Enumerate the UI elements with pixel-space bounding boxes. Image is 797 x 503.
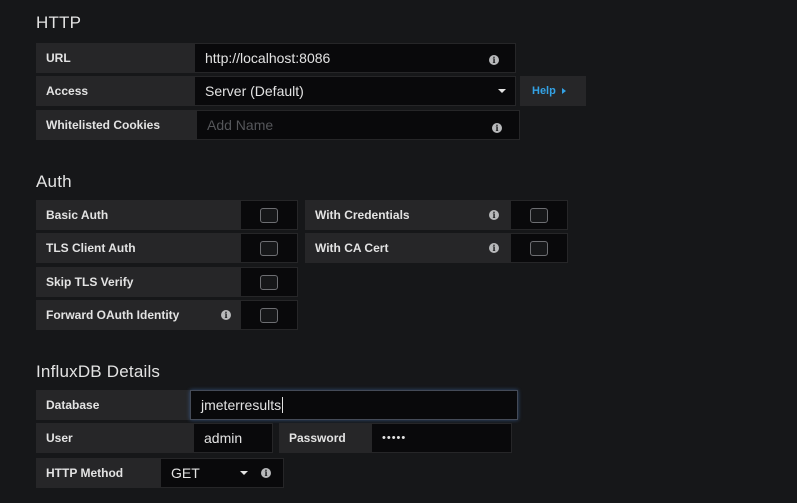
help-label: Help (532, 85, 556, 97)
info-icon[interactable]: i (489, 243, 499, 253)
cookies-placeholder: Add Name (207, 117, 274, 133)
skip-tls-verify-label: Skip TLS Verify (36, 267, 240, 297)
http-section-title: HTTP (36, 13, 82, 32)
forward-oauth-checkbox-cell[interactable] (240, 300, 298, 330)
basic-auth-checkbox[interactable] (260, 207, 278, 223)
with-credentials-checkbox[interactable] (530, 207, 548, 223)
caret-down-icon (498, 89, 506, 93)
password-input[interactable]: ••••• (371, 423, 512, 453)
user-label: User (36, 423, 193, 453)
whitelisted-cookies-label: Whitelisted Cookies (36, 110, 196, 140)
tls-client-auth-label: TLS Client Auth (36, 233, 240, 263)
help-button[interactable]: Help (520, 76, 586, 106)
info-icon[interactable]: i (489, 55, 499, 65)
http-method-value: GET (171, 465, 200, 481)
info-icon[interactable]: i (221, 310, 231, 320)
database-label: Database (36, 390, 190, 420)
skip-tls-verify-checkbox[interactable] (260, 274, 278, 290)
skip-tls-verify-checkbox-cell[interactable] (240, 267, 298, 297)
caret-down-icon (240, 471, 248, 475)
tls-client-auth-checkbox[interactable] (260, 240, 278, 256)
http-method-label: HTTP Method (36, 458, 160, 488)
info-icon[interactable]: i (492, 123, 502, 133)
url-label: URL (36, 43, 194, 73)
caret-right-icon (561, 88, 566, 94)
with-ca-cert-checkbox-cell[interactable] (510, 233, 568, 263)
info-icon[interactable]: i (489, 210, 499, 220)
access-value: Server (Default) (205, 83, 304, 99)
database-input[interactable]: jmeterresults (190, 390, 518, 420)
user-input[interactable]: admin (193, 423, 273, 453)
with-ca-cert-label: With CA Cert (305, 233, 510, 263)
forward-oauth-label: Forward OAuth Identity (36, 300, 240, 330)
password-value: ••••• (382, 432, 407, 444)
with-credentials-label: With Credentials (305, 200, 510, 230)
influxdb-section-title: InfluxDB Details (36, 362, 161, 381)
forward-oauth-checkbox[interactable] (260, 307, 278, 323)
database-value: jmeterresults (201, 397, 282, 413)
access-label: Access (36, 76, 194, 106)
auth-section-title: Auth (36, 172, 72, 191)
url-value: http://localhost:8086 (205, 50, 331, 66)
tls-client-auth-checkbox-cell[interactable] (240, 233, 298, 263)
basic-auth-label: Basic Auth (36, 200, 240, 230)
basic-auth-checkbox-cell[interactable] (240, 200, 298, 230)
password-label: Password (279, 423, 371, 453)
access-select[interactable]: Server (Default) (194, 76, 516, 106)
url-input[interactable]: http://localhost:8086 (194, 43, 516, 73)
with-ca-cert-checkbox[interactable] (530, 240, 548, 256)
info-icon[interactable]: i (261, 468, 271, 478)
user-value: admin (204, 430, 243, 446)
text-cursor (282, 397, 284, 413)
whitelisted-cookies-input[interactable]: Add Name (196, 110, 520, 140)
with-credentials-checkbox-cell[interactable] (510, 200, 568, 230)
